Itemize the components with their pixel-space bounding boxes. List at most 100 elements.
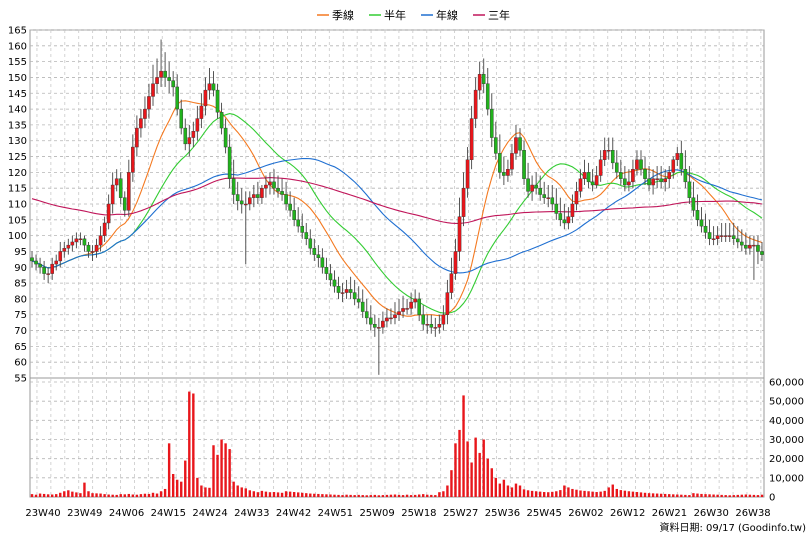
candle-body [465, 159, 470, 189]
volume-bar [317, 493, 320, 497]
volume-bar [583, 490, 586, 497]
x-tick-label: 26W12 [610, 508, 645, 519]
candle-body [449, 273, 454, 293]
candle-body [34, 260, 38, 265]
x-tick-label: 26W38 [735, 508, 770, 519]
volume-bar [567, 487, 570, 497]
volume-bar [184, 460, 187, 497]
volume-bar [232, 481, 235, 497]
volume-bar [313, 493, 316, 497]
candle-body [425, 324, 430, 326]
volume-bar [547, 492, 550, 497]
candle-body [139, 118, 143, 129]
candle-body [235, 194, 240, 202]
volume-bar [99, 493, 102, 497]
candle-body [94, 244, 99, 252]
candle-body [58, 251, 63, 262]
volume-bar [543, 492, 546, 497]
volume-bar [438, 492, 441, 497]
x-tick-label: 26W21 [652, 508, 687, 519]
candle-body [610, 150, 615, 164]
volume-bar [115, 494, 118, 497]
x-tick-label: 24W42 [276, 508, 311, 519]
candle-body [66, 244, 71, 249]
candle-body [614, 162, 619, 173]
candle-body [300, 225, 305, 233]
volume-bar [538, 491, 542, 497]
volume-bar [526, 490, 530, 497]
volume-bar [712, 494, 715, 497]
candle-body [429, 324, 434, 328]
candle-body [82, 238, 87, 246]
volume-bar [252, 491, 256, 497]
candle-body [554, 203, 559, 214]
volume-bar [337, 494, 340, 497]
candle-body [727, 235, 732, 237]
candle-body [377, 327, 381, 329]
volume-bar [256, 492, 260, 497]
volume-bar [417, 494, 421, 497]
candle-body [594, 175, 599, 186]
candle-body [679, 153, 684, 170]
volume-bar [292, 492, 296, 497]
volume-bar [647, 493, 651, 497]
volume-bar [728, 495, 731, 497]
candle-body [647, 178, 651, 186]
volume-bar [385, 494, 389, 497]
volume-bar [599, 491, 602, 497]
volume-bar [434, 495, 437, 497]
volume-bar [474, 437, 477, 497]
candle-body [167, 77, 171, 81]
volume-bar [401, 495, 405, 497]
volume-bar [413, 494, 417, 497]
volume-bar [151, 492, 155, 497]
candle-body [417, 298, 421, 315]
volume-bar [506, 485, 510, 497]
price-tick-label: 150 [8, 73, 27, 84]
volume-bar [240, 487, 243, 497]
volume-bar [393, 494, 397, 497]
candle-body [90, 251, 95, 253]
volume-bar [659, 493, 663, 497]
candle-body [731, 235, 736, 240]
candle-body [735, 238, 740, 243]
candle-body [703, 225, 708, 233]
candle-body [631, 168, 635, 183]
volume-bar [502, 479, 506, 497]
candle-body [619, 172, 623, 179]
candle-body [518, 137, 522, 151]
volume-bar [212, 445, 215, 497]
volume-bar [555, 491, 558, 497]
price-tick-label: 105 [8, 215, 27, 226]
volume-bar [486, 458, 489, 497]
volume-bar [736, 494, 739, 497]
volume-bar [353, 495, 356, 497]
candle-body [86, 244, 91, 252]
candle-body [276, 187, 280, 192]
x-tick-label: 23W49 [67, 508, 102, 519]
volume-bar [155, 493, 159, 497]
candle-body [477, 74, 482, 91]
candle-body [481, 74, 486, 84]
volume-bar [692, 493, 695, 497]
volume-bar [131, 494, 135, 497]
candle-body [381, 320, 385, 328]
candle-body [243, 203, 248, 206]
volume-bar [341, 495, 344, 497]
volume-bar [639, 492, 643, 497]
candle-body [691, 197, 696, 211]
candle-body [566, 216, 571, 224]
candle-body [280, 191, 284, 195]
candle-body [578, 178, 583, 192]
volume-bar [756, 495, 760, 497]
candle-body [602, 150, 607, 160]
candle-body [247, 197, 252, 205]
candle-body [655, 178, 659, 180]
volume-bar [46, 494, 50, 497]
volume-bar [559, 490, 562, 497]
volume-bar [305, 493, 308, 497]
data-date-note: 資料日期: 09/17 (Goodinfo.tw) [659, 521, 806, 534]
legend-label: 季線 [332, 8, 354, 22]
volume-bar [224, 443, 227, 497]
volume-bar [87, 491, 90, 497]
